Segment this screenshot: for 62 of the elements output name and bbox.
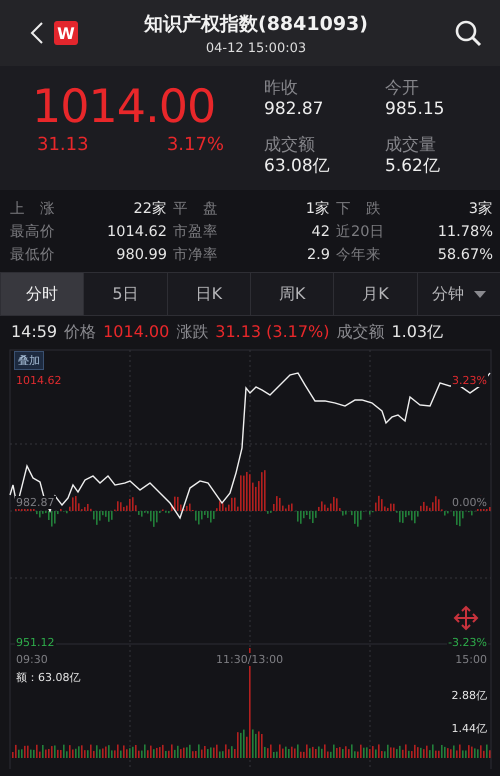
chart-tab[interactable]: 周K	[250, 273, 334, 315]
axis-label: 1014.62	[15, 374, 62, 387]
chart-tab[interactable]: 日K	[166, 273, 250, 315]
stat-value: 2.9	[306, 246, 330, 265]
field-label: 成交量	[385, 135, 437, 155]
chart-tab[interactable]: 月K	[333, 273, 417, 315]
field-label: 成交额	[264, 135, 316, 155]
field-value: 982.87	[264, 98, 324, 120]
volume-axis-label: 2.88亿	[450, 688, 488, 703]
volume-total: 额：63.08亿	[15, 670, 82, 685]
app-logo: W	[54, 21, 78, 45]
stat-value: 58.67%	[438, 246, 493, 265]
stat-label: 最高价	[10, 222, 55, 242]
info-text: 价格	[64, 322, 96, 342]
stat-label: 最低价	[10, 246, 55, 265]
axis-label: 982.87	[15, 496, 56, 509]
move-icon[interactable]	[452, 604, 480, 632]
percent-change: 3.17%	[166, 134, 224, 155]
axis-label: 3.23%	[451, 374, 488, 387]
stat-label: 市净率	[173, 246, 218, 265]
stat-label: 平 盘	[173, 200, 218, 219]
stat-value: 980.99	[116, 246, 167, 265]
stat-value: 3家	[468, 200, 493, 219]
info-text: 涨跌	[176, 322, 208, 342]
timestamp: 04-12 15:00:03	[206, 40, 306, 56]
info-text: 1014.00	[103, 322, 170, 342]
chart-tab[interactable]: 5日	[83, 273, 167, 315]
axis-label: 0.00%	[451, 496, 488, 509]
info-text: 成交额	[336, 322, 384, 342]
stat-label: 下 跌	[336, 200, 381, 219]
chart-tab[interactable]: 分钟	[416, 273, 500, 315]
time-label: 11:30/13:00	[215, 653, 284, 666]
stat-label: 市盈率	[173, 222, 218, 242]
stat-value: 11.78%	[438, 223, 493, 242]
info-text: 14:59	[11, 322, 58, 342]
info-text: 1.03亿	[391, 322, 444, 342]
stat-value: 42	[312, 223, 330, 242]
stat-value: 1014.62	[107, 223, 167, 242]
stat-label: 近20日	[336, 223, 384, 242]
field-label: 今开	[385, 78, 420, 98]
field-value: 985.15	[385, 98, 446, 120]
axis-label: 951.12	[15, 636, 56, 649]
dropdown-icon	[474, 290, 486, 298]
index-title: 知识产权指数(8841093)	[144, 12, 368, 36]
index-price: 1014.00	[32, 78, 216, 134]
volume-axis-label: 1.44亿	[450, 721, 488, 736]
back-icon[interactable]	[30, 21, 44, 45]
price-change: 31.13	[37, 134, 89, 155]
time-label: 09:30	[15, 653, 49, 666]
time-label: 15:00	[454, 653, 488, 666]
stat-label: 今年来	[336, 246, 381, 265]
field-value: 5.62亿	[385, 155, 441, 177]
stat-value: 1家	[306, 200, 330, 219]
stat-value: 22家	[134, 200, 167, 219]
field-value: 63.08亿	[264, 155, 331, 177]
search-icon[interactable]	[454, 19, 482, 47]
info-text: 31.13 (3.17%)	[215, 322, 330, 342]
overlay-button[interactable]: 叠加	[14, 351, 44, 370]
stat-label: 上 涨	[10, 200, 55, 219]
axis-label: -3.23%	[447, 636, 488, 649]
chart-tab[interactable]: 分时	[0, 273, 84, 315]
field-label: 昨收	[264, 78, 299, 98]
